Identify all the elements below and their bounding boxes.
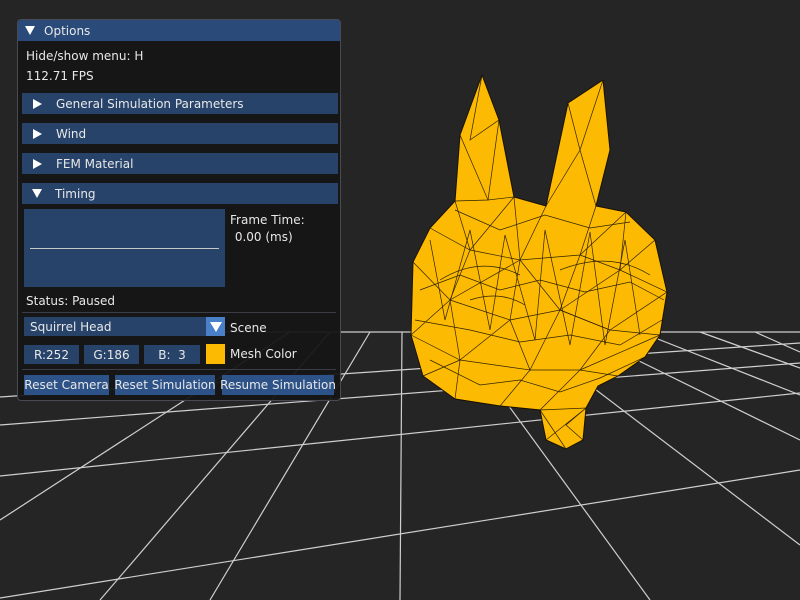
scene-dropdown-button[interactable]: [206, 317, 225, 336]
frame-time-label: Frame Time:: [230, 213, 305, 227]
section-general-simulation-parameters[interactable]: General Simulation Parameters: [22, 93, 338, 114]
mesh-color-r-value: R:252: [34, 347, 69, 362]
section-fem-material[interactable]: FEM Material: [22, 153, 338, 174]
collapse-arrow-icon: [32, 189, 42, 198]
expand-arrow-icon: [33, 98, 42, 109]
scene-select[interactable]: Squirrel Head: [24, 317, 225, 336]
frame-time-plot-line: [30, 248, 219, 249]
squirrel-head-mesh[interactable]: [410, 73, 668, 450]
reset-simulation-button[interactable]: Reset Simulation: [114, 375, 216, 395]
resume-simulation-button[interactable]: Resume Simulation: [220, 375, 336, 395]
section-label: General Simulation Parameters: [56, 96, 244, 111]
mesh-color-swatch[interactable]: [206, 344, 225, 364]
collapse-arrow-icon[interactable]: [25, 26, 35, 35]
separator: [22, 312, 336, 313]
mesh-color-g-value: G:186: [93, 347, 130, 362]
expand-arrow-icon: [33, 128, 42, 139]
section-label: FEM Material: [56, 156, 134, 171]
hide-show-hint: Hide/show menu: H: [26, 49, 144, 63]
options-panel[interactable]: Options Hide/show menu: H 112.71 FPS Gen…: [17, 19, 341, 401]
scene-select-value: Squirrel Head: [30, 319, 112, 334]
expand-arrow-icon: [33, 158, 42, 169]
separator: [22, 369, 336, 370]
reset-camera-button[interactable]: Reset Camera: [24, 375, 109, 395]
mesh-color-r-field[interactable]: R:252: [24, 345, 79, 364]
section-label: Timing: [55, 186, 96, 201]
mesh-color-b-field[interactable]: B: 3: [144, 345, 200, 364]
panel-title: Options: [44, 23, 91, 38]
mesh-color-label: Mesh Color: [230, 347, 297, 361]
section-timing[interactable]: Timing: [22, 183, 338, 204]
mesh-color-g-field[interactable]: G:186: [84, 345, 139, 364]
scene-label: Scene: [230, 321, 267, 335]
fps-readout: 112.71 FPS: [26, 69, 94, 83]
options-titlebar[interactable]: Options: [18, 20, 340, 41]
status-text: Status: Paused: [26, 294, 116, 308]
frame-time-value: 0.00 (ms): [231, 230, 293, 244]
chevron-down-icon: [209, 321, 222, 332]
section-label: Wind: [56, 126, 87, 141]
section-wind[interactable]: Wind: [22, 123, 338, 144]
frame-time-plot: [24, 209, 225, 287]
mesh-color-b-value: B: 3: [158, 347, 186, 362]
